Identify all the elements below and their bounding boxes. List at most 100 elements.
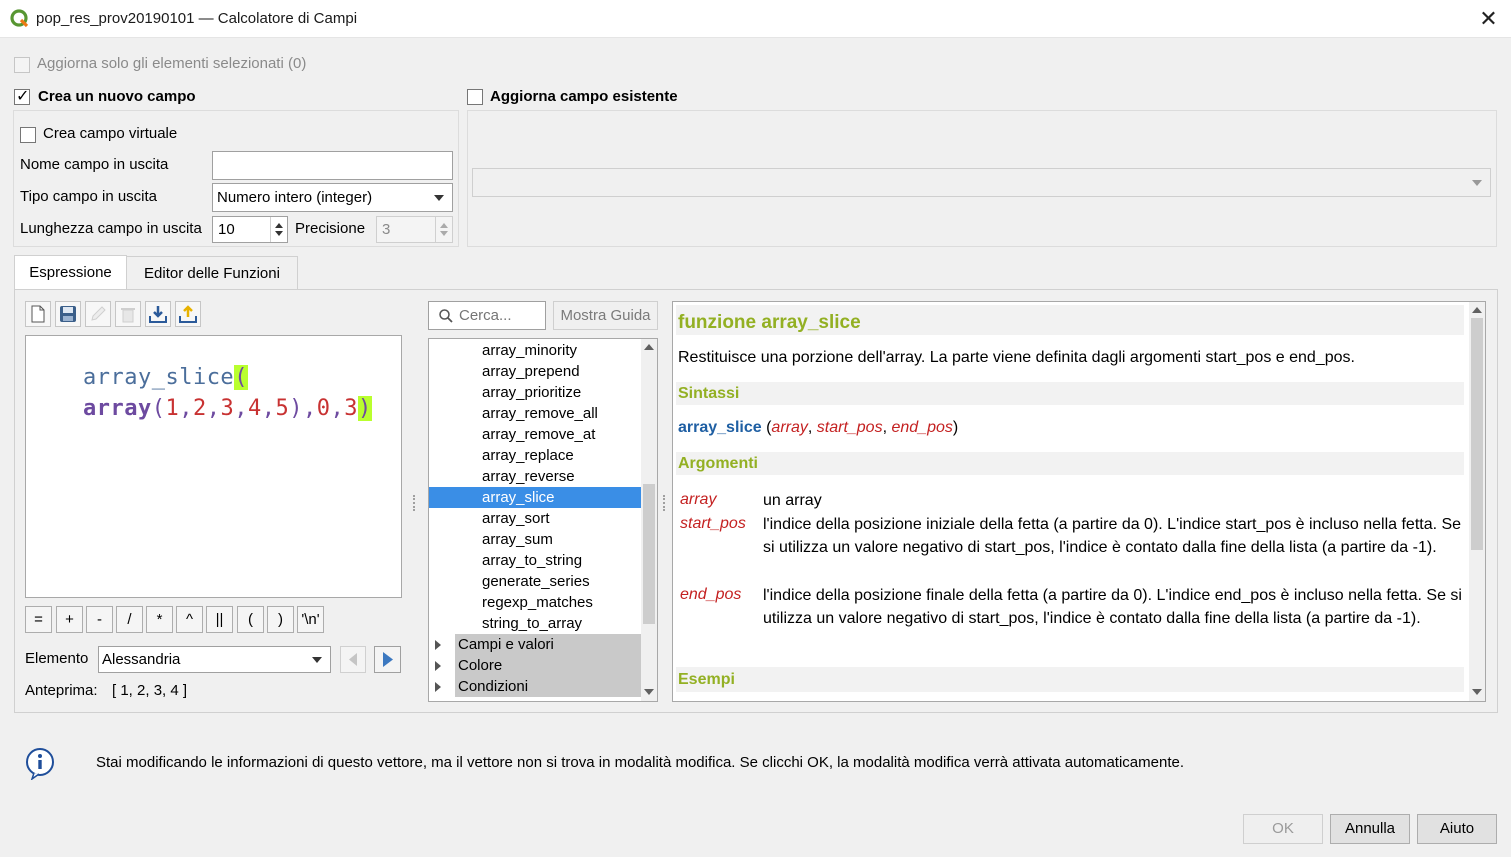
virtual-field-checkbox[interactable] [20,127,36,143]
operator-plus-button[interactable]: + [56,606,83,633]
import-button[interactable] [145,301,171,327]
operator-equals-button[interactable]: = [25,606,52,633]
import-icon [149,306,167,323]
element-value: Alessandria [102,651,181,668]
operator-newline-button[interactable]: '\n' [297,606,324,633]
precision-spinbox[interactable]: 3 [376,216,453,243]
chevron-down-icon [434,195,444,201]
show-help-button[interactable]: Mostra Guida [553,301,658,330]
operator-divide-button[interactable]: / [116,606,143,633]
list-item[interactable]: array_reverse [429,466,641,487]
create-new-field-checkbox[interactable] [14,86,30,106]
search-input[interactable] [457,304,543,327]
scrollbar-thumb[interactable] [1471,318,1483,550]
syntax-argument: start_pos [816,419,883,436]
update-selected-only-checkbox[interactable] [14,57,30,73]
operator-open-paren-button[interactable]: ( [237,606,264,633]
list-item[interactable]: array_sum [429,529,641,550]
operator-power-button[interactable]: ^ [176,606,203,633]
operator-close-paren-button[interactable]: ) [267,606,294,633]
list-item[interactable]: regexp_matches [429,592,641,613]
save-expression-button[interactable] [55,301,81,327]
help-arguments-heading: Argomenti [676,452,1464,475]
existing-field-select[interactable] [472,168,1491,197]
list-item[interactable]: array_prepend [429,361,641,382]
argument-description: un array [763,492,822,509]
next-element-button[interactable] [374,646,401,673]
list-item[interactable]: string_to_array [429,613,641,634]
output-name-input[interactable] [212,151,453,180]
argument-description: l'indice della posizione iniziale della … [763,516,1462,556]
spin-buttons[interactable] [435,217,452,242]
help-scrollbar[interactable] [1469,302,1485,701]
cancel-button[interactable]: Annulla [1330,814,1410,844]
title-bar: pop_res_prov20190101 — Calcolatore di Ca… [0,0,1511,38]
spin-up-icon [275,223,283,228]
create-new-field-label: Crea un nuovo campo [38,88,196,105]
preview-label: Anteprima: [25,682,98,699]
edit-expression-button[interactable] [85,301,111,327]
syntax-bracket: ) [952,419,959,436]
argument-name: end_pos [680,586,742,603]
help-button[interactable]: Aiuto [1417,814,1497,844]
update-selected-only-label: Aggiorna solo gli elementi selezionati (… [37,55,307,72]
scroll-down-icon [644,689,654,695]
tree-group-fields-values[interactable]: Campi e valori [435,634,641,655]
code-number: 1 [165,396,180,421]
ok-button[interactable]: OK [1243,814,1323,844]
list-item[interactable]: array_minority [429,340,641,361]
tree-group-conditions[interactable]: Condizioni [435,676,641,697]
list-item[interactable]: array_remove_at [429,424,641,445]
code-bracket-highlight: ) [357,396,372,421]
export-button[interactable] [175,301,201,327]
search-field[interactable] [428,301,546,330]
previous-element-button[interactable] [340,646,366,673]
operator-multiply-button[interactable]: * [146,606,173,633]
operator-minus-button[interactable]: - [86,606,113,633]
splitter-handle[interactable] [663,495,666,511]
delete-expression-button[interactable] [115,301,141,327]
expression-editor[interactable]: array_slice( array(1,2,3,4,5),0,3) [25,335,402,598]
scrollbar-thumb[interactable] [643,484,655,624]
tab-expression[interactable]: Espressione [14,255,127,290]
list-item[interactable]: generate_series [429,571,641,592]
operator-concat-button[interactable]: || [206,606,233,633]
scroll-up-icon [1472,307,1482,313]
list-item-selected[interactable]: array_slice [429,487,641,508]
close-button[interactable]: ✕ [1466,0,1511,38]
info-icon [26,748,54,780]
code-number: 3 [344,396,358,421]
spin-buttons[interactable] [270,217,287,242]
code-comma: , [302,396,317,421]
output-length-value: 10 [218,221,235,238]
splitter-handle[interactable] [413,495,416,511]
new-expression-button[interactable] [25,301,51,327]
code-comma: , [234,396,248,421]
help-syntax-heading: Sintassi [676,382,1464,405]
list-item[interactable]: array_replace [429,445,641,466]
tree-scrollbar[interactable] [641,339,657,701]
list-item[interactable]: array_prioritize [429,382,641,403]
help-description: Restituisce una porzione dell'array. La … [678,349,1355,366]
spin-down-icon [275,231,283,236]
output-length-spinbox[interactable]: 10 [212,216,288,243]
element-select[interactable]: Alessandria [98,646,331,673]
argument-name: array [680,491,717,508]
code-comma: , [179,396,193,421]
precision-value: 3 [382,221,391,238]
update-existing-field-checkbox[interactable] [467,89,483,105]
function-tree[interactable]: array_minority array_prepend array_prior… [428,338,658,702]
list-item[interactable]: array_remove_all [429,403,641,424]
output-type-select[interactable]: Numero intero (integer) [212,183,453,212]
output-length-label: Lunghezza campo in uscita [20,220,202,237]
tab-function-editor[interactable]: Editor delle Funzioni [126,256,298,290]
code-comma: , [206,396,221,421]
code-number: 5 [275,396,290,421]
update-existing-field-label: Aggiorna campo esistente [490,88,678,105]
list-item[interactable]: array_to_string [429,550,641,571]
list-item[interactable]: array_sort [429,508,641,529]
export-icon [179,305,197,323]
output-name-label: Nome campo in uscita [20,156,169,173]
caret-right-icon [435,661,441,671]
tree-group-color[interactable]: Colore [435,655,641,676]
